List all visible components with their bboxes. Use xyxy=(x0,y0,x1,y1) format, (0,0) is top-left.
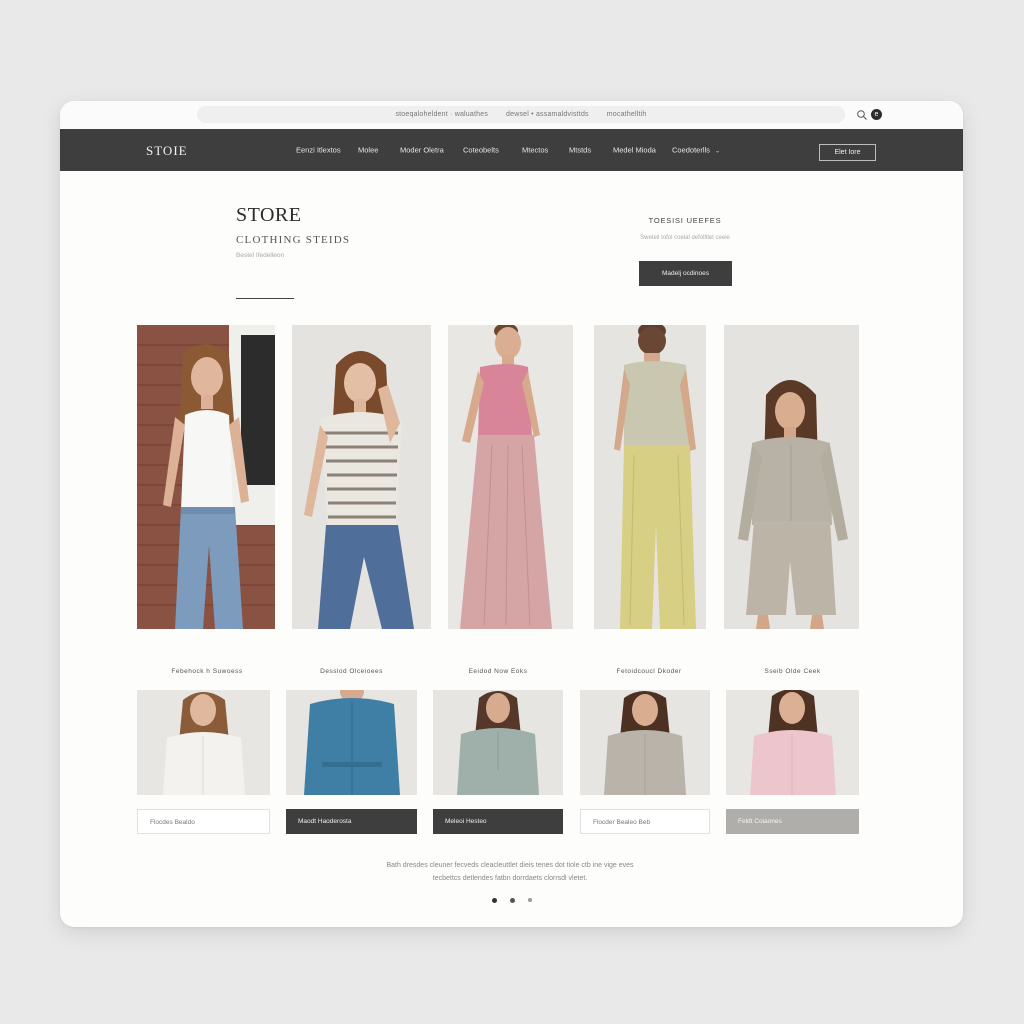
carousel-dot-1[interactable] xyxy=(492,898,497,903)
nav-link-3[interactable]: Moder Oletra xyxy=(400,146,444,155)
nav-link-6[interactable]: Mtstds xyxy=(569,146,591,155)
category-label: Eeidod Now Eoks xyxy=(468,668,528,675)
nav-link-8-label: Coedoterlls xyxy=(672,145,710,155)
hero-title: STORE xyxy=(236,204,302,226)
address-bar[interactable]: stoeqaloheldent · waluathes dewsel • ass… xyxy=(197,106,845,123)
model-image xyxy=(137,690,270,795)
category-button[interactable]: Meleoi Hesteo xyxy=(433,809,563,834)
hero-subtitle: CLOTHING STEIDS xyxy=(236,234,351,246)
category-button[interactable]: Flocdes Bealdo xyxy=(137,809,270,834)
url-segment-3: mocathelltih xyxy=(606,111,647,118)
category-button[interactable]: Feldt Coiaones xyxy=(726,809,859,834)
site-navbar: STOIE Eenzi Itlextos Molee Moder Oletra … xyxy=(60,129,963,171)
divider xyxy=(236,298,294,299)
carousel-dots xyxy=(490,898,535,906)
browser-window: stoeqaloheldent · waluathes dewsel • ass… xyxy=(60,101,963,927)
carousel-dot-3[interactable] xyxy=(528,898,532,902)
model-image xyxy=(594,325,706,629)
nav-link-1[interactable]: Eenzi Itlextos xyxy=(296,146,341,155)
nav-cta-button[interactable]: Elet Iore xyxy=(819,144,876,161)
product-photo-striped-tee[interactable] xyxy=(292,325,431,629)
category-label: Sseib Olde Ceek xyxy=(764,668,821,675)
category-button[interactable]: Flocder Bealeo Beb xyxy=(580,809,710,834)
model-image xyxy=(726,690,859,795)
product-photo-yellow-trousers[interactable] xyxy=(594,325,706,629)
footer-text-line-1: Bath dresdes cleuner fecveds cleacleuttl… xyxy=(386,862,634,869)
nav-link-5[interactable]: Mtectos xyxy=(522,146,548,155)
product-photo-white-tank-jeans[interactable] xyxy=(137,325,275,629)
product-photo-linen-set[interactable] xyxy=(724,325,859,629)
category-button[interactable]: Maodt Haoderosta xyxy=(286,809,417,834)
product-thumb-pink-shirt[interactable] xyxy=(726,690,859,795)
product-thumb-taupe-shirt[interactable] xyxy=(580,690,710,795)
nav-link-4[interactable]: Coteobelts xyxy=(463,146,499,155)
model-image xyxy=(433,690,563,795)
nav-link-7[interactable]: Medel Mioda xyxy=(613,146,656,155)
model-image xyxy=(724,325,859,629)
product-thumb-blue-shirt-dress[interactable] xyxy=(286,690,417,795)
category-label: Desslod Olceioees xyxy=(320,668,383,675)
url-segment-1: stoeqaloheldent · waluathes xyxy=(395,111,489,118)
promo-text: Sweteil tofol coelal defolltlet ceeie xyxy=(640,235,730,241)
hero-caption: Bestel Ifedelleon xyxy=(236,252,285,259)
model-image xyxy=(292,325,431,629)
nav-link-8[interactable]: Coedoterlls ⌄ xyxy=(672,146,720,155)
promo-button[interactable]: Madelj ocdinoes xyxy=(639,261,732,286)
product-thumb-sage-blouse[interactable] xyxy=(433,690,563,795)
footer-text-line-2: tecbettcs detlendes fatbn dorrdaets clor… xyxy=(432,875,588,882)
account-icon[interactable]: e xyxy=(871,109,882,120)
url-segment-2: dewsel • assamaldvisttds xyxy=(506,111,589,118)
product-thumb-white-shirt[interactable] xyxy=(137,690,270,795)
chevron-down-icon: ⌄ xyxy=(714,148,720,155)
carousel-dot-2[interactable] xyxy=(510,898,515,903)
browser-toolbar: stoeqaloheldent · waluathes dewsel • ass… xyxy=(60,101,963,129)
promo-heading: TOESISI UEEFES xyxy=(648,216,722,225)
model-image xyxy=(286,690,417,795)
brand-logo[interactable]: STOIE xyxy=(146,143,188,159)
model-image xyxy=(137,325,275,629)
category-label: Febehock h Suwoess xyxy=(171,668,243,675)
search-icon[interactable] xyxy=(856,109,868,121)
model-image xyxy=(580,690,710,795)
model-image xyxy=(448,325,573,629)
product-photo-pink-wide-pants[interactable] xyxy=(448,325,573,629)
nav-link-2[interactable]: Molee xyxy=(358,146,378,155)
category-label: Fetoidcoucl Dkoder xyxy=(616,668,682,675)
